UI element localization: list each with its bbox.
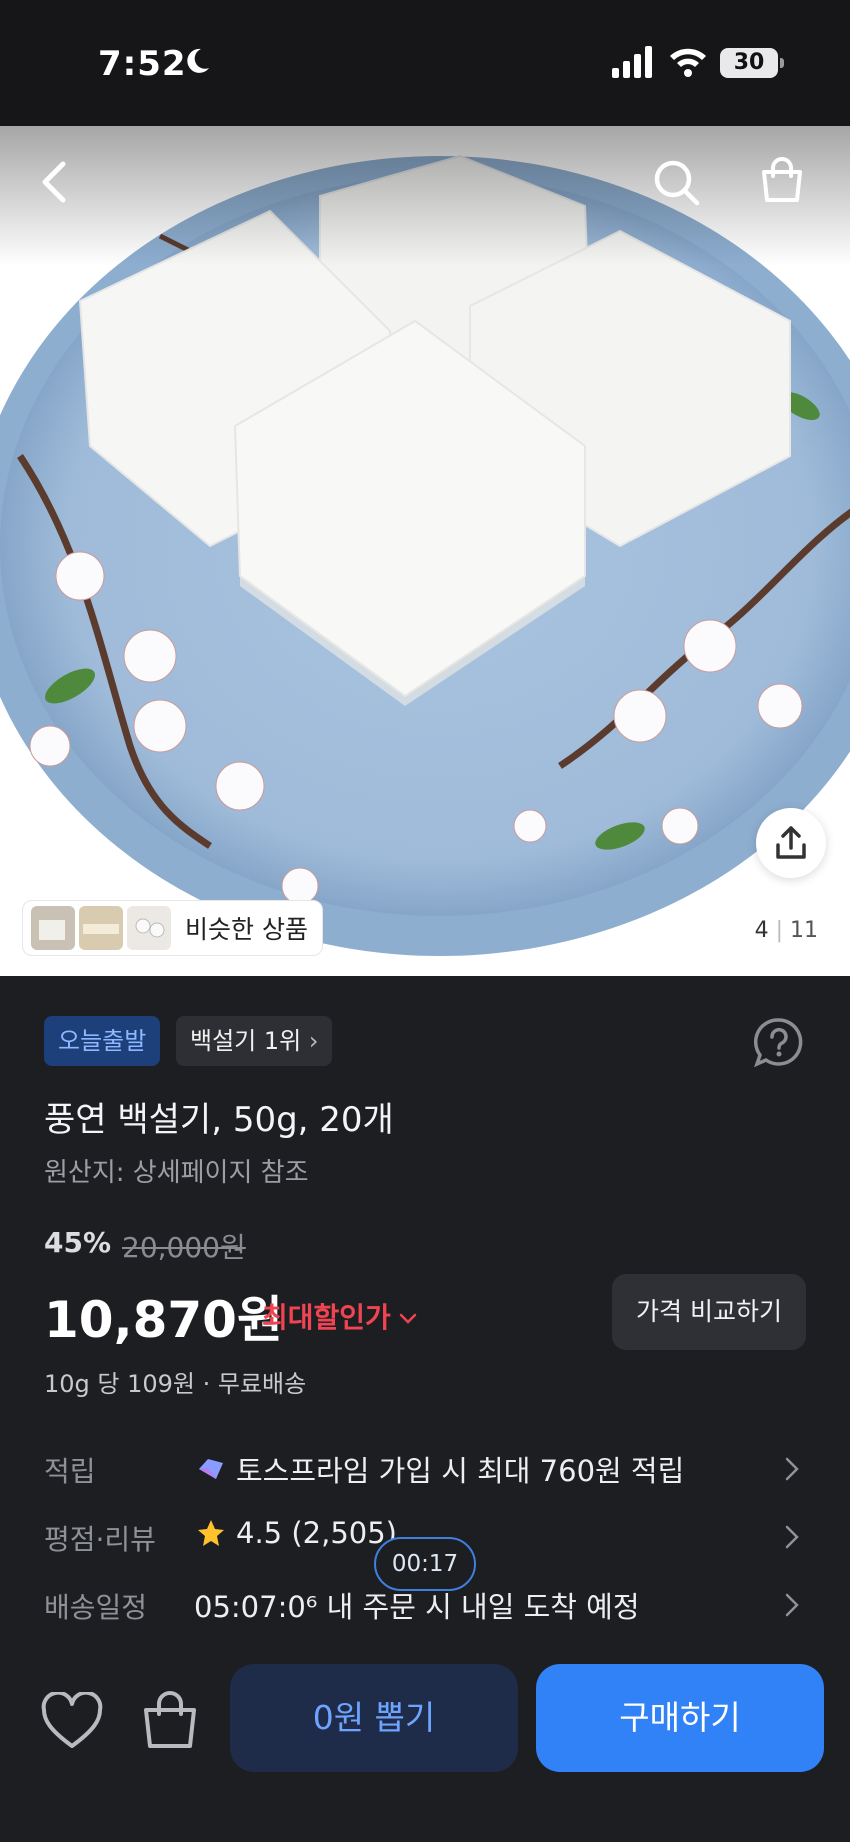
status-time: 7:52 xyxy=(98,44,187,84)
shopping-bag-icon[interactable] xyxy=(140,1688,200,1752)
product-image-carousel[interactable]: 비슷한 상품 4 | 11 xyxy=(0,126,850,976)
help-icon[interactable] xyxy=(752,1016,806,1070)
row-value: 4.5 (2,505) xyxy=(236,1516,397,1550)
chevron-right-icon xyxy=(785,1457,799,1481)
original-price: 20,000원 xyxy=(122,1231,246,1264)
price-compare-button[interactable]: 가격 비교하기 xyxy=(612,1274,806,1350)
shopping-bag-icon xyxy=(762,157,802,202)
heart-icon[interactable] xyxy=(40,1692,104,1752)
search-button[interactable] xyxy=(646,152,706,212)
wifi-icon xyxy=(670,48,706,77)
similar-thumbnail xyxy=(79,906,123,950)
row-key: 배송일정 xyxy=(44,1591,148,1624)
cellular-signal-icon xyxy=(612,46,652,78)
similar-thumbnail xyxy=(127,906,171,950)
share-button[interactable] xyxy=(756,808,826,878)
back-button[interactable] xyxy=(24,152,84,212)
battery-indicator: 30 xyxy=(720,48,784,78)
share-icon xyxy=(776,826,806,859)
product-title: 풍연 백설기, 50g, 20개 xyxy=(44,1100,394,1140)
image-counter: 4 | 11 xyxy=(754,918,818,943)
similar-products-label: 비슷한 상품 xyxy=(185,915,308,944)
discount-rate: 45% xyxy=(44,1226,112,1259)
chevron-down-icon xyxy=(399,1313,417,1324)
buy-button[interactable]: 구매하기 xyxy=(536,1664,824,1772)
today-shipping-badge: 오늘출발 xyxy=(44,1016,161,1066)
chevron-left-icon xyxy=(42,161,66,203)
similar-thumbnail xyxy=(31,906,75,950)
bottom-action-bar: 0원 뽑기 구매하기 xyxy=(0,1642,850,1842)
search-icon xyxy=(654,160,700,206)
chevron-right-icon xyxy=(785,1593,799,1617)
points-row[interactable]: 적립 토스프라임 가입 시 최대 760원 적립 xyxy=(0,1440,850,1500)
countdown-timer: 00:17 xyxy=(374,1537,476,1591)
product-photo xyxy=(0,126,850,976)
zero-won-draw-button[interactable]: 0원 뽑기 xyxy=(230,1664,518,1772)
ranking-badge[interactable]: 백설기 1위 › xyxy=(176,1016,333,1066)
unit-price-shipping: 10g 당 109원 · 무료배송 xyxy=(44,1370,307,1398)
row-value: 토스프라임 가입 시 최대 760원 적립 xyxy=(236,1454,685,1488)
origin-info: 원산지: 상세페이지 참조 xyxy=(44,1158,309,1188)
star-icon xyxy=(198,1520,224,1546)
prime-gem-icon xyxy=(199,1459,223,1479)
chevron-right-icon: › xyxy=(308,1027,319,1055)
cart-button[interactable] xyxy=(752,150,812,210)
sale-price: 10,870원 xyxy=(44,1291,283,1349)
moon-icon xyxy=(187,48,209,73)
row-key: 평점·리뷰 xyxy=(44,1523,156,1556)
row-key: 적립 xyxy=(44,1455,96,1488)
max-discount-toggle[interactable]: 최대할인가 xyxy=(262,1296,417,1336)
similar-products-button[interactable]: 비슷한 상품 xyxy=(22,900,323,956)
status-bar: 7:52 30 xyxy=(0,0,850,126)
chevron-right-icon xyxy=(785,1525,799,1549)
